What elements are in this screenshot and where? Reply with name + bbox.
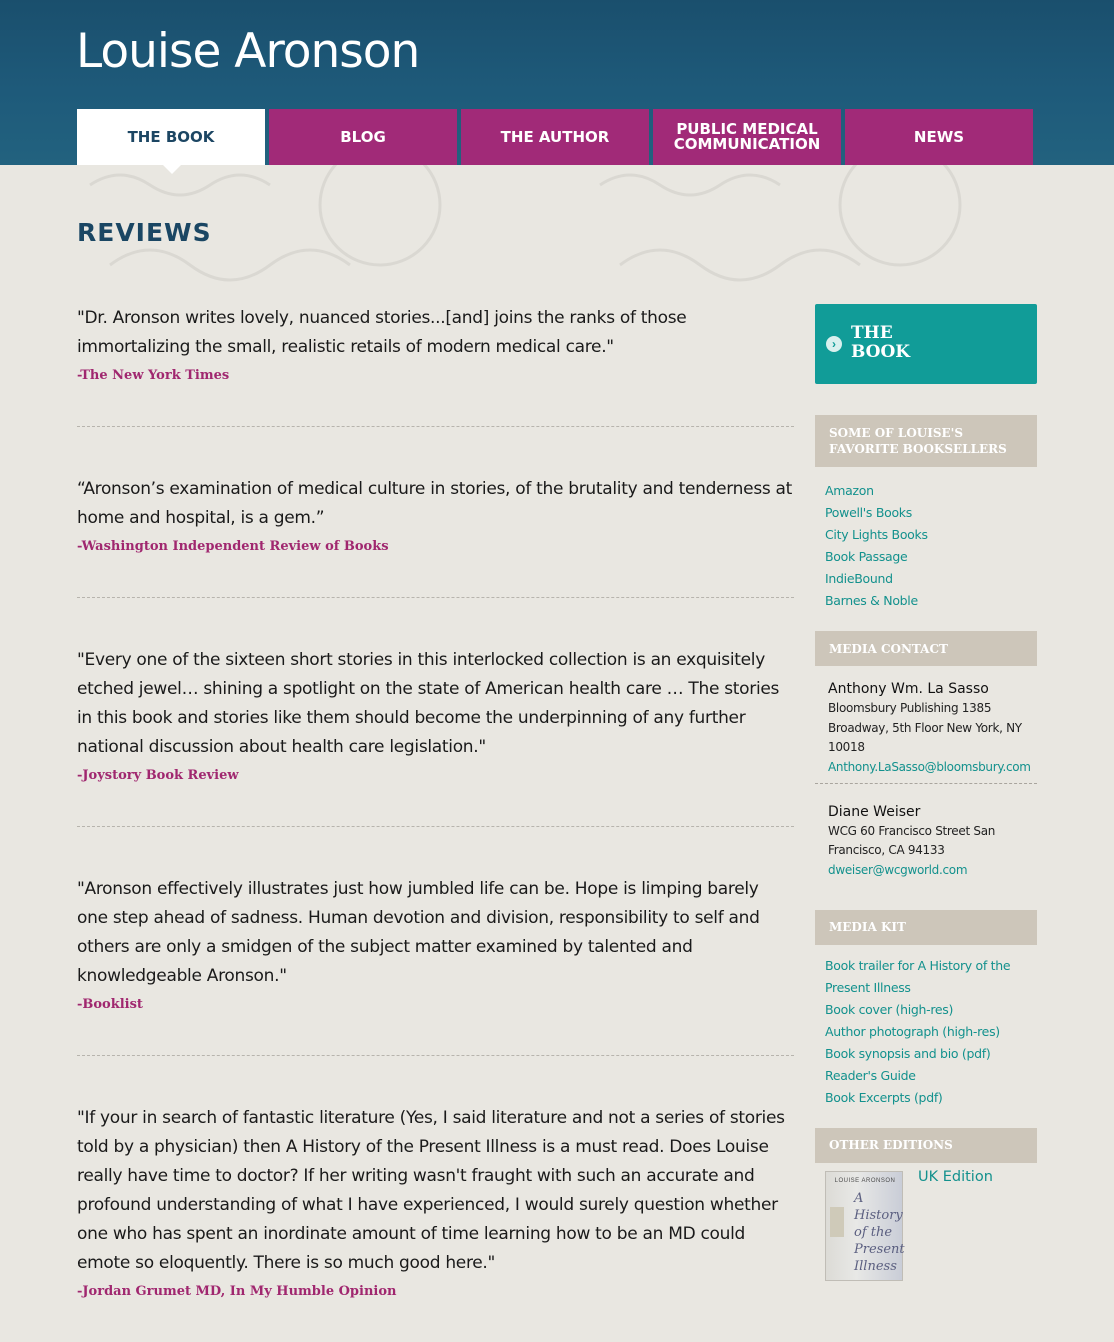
- review-item: "Every one of the sixteen short stories …: [77, 646, 794, 827]
- nav-public-medical-communication[interactable]: PUBLIC MEDICAL COMMUNICATION: [653, 109, 841, 165]
- booksellers-heading: SOME OF LOUISE'S FAVORITE BOOKSELLERS: [815, 415, 1037, 467]
- media-kit-link-book-trailer[interactable]: Book trailer for A History of the Presen…: [825, 955, 1037, 999]
- review-item: "Aronson effectively illustrates just ho…: [77, 875, 794, 1056]
- media-kit-list: Book trailer for A History of the Presen…: [815, 955, 1037, 1109]
- review-item: "If your in search of fantastic literatu…: [77, 1104, 794, 1342]
- booksellers-list: Amazon Powell's Books City Lights Books …: [815, 480, 1037, 612]
- media-contact-item: Diane Weiser WCG 60 Francisco Street San…: [815, 802, 1037, 880]
- bookseller-link-amazon[interactable]: Amazon: [825, 480, 1037, 502]
- sidebar: › THE BOOK SOME OF LOUISE'S FAVORITE BOO…: [815, 304, 1037, 1283]
- review-quote: "Dr. Aronson writes lovely, nuanced stor…: [77, 308, 687, 357]
- uk-edition-item: LOUISE ARONSON A History of the Present …: [815, 1163, 1037, 1283]
- media-kit-link-readers-guide[interactable]: Reader's Guide: [825, 1065, 1037, 1087]
- bookseller-link-barnes-noble[interactable]: Barnes & Noble: [825, 590, 1037, 612]
- contact-email[interactable]: Anthony.LaSasso@bloomsbury.com: [828, 758, 1037, 777]
- media-contact-item: Anthony Wm. La Sasso Bloomsbury Publishi…: [815, 679, 1037, 777]
- review-source: -Joystory Book Review: [77, 768, 239, 783]
- chevron-right-icon: ›: [826, 336, 842, 352]
- review-source: -The New York Times: [77, 368, 230, 383]
- media-kit-heading: MEDIA KIT: [815, 909, 1037, 945]
- contact-address: Bloomsbury Publishing 1385 Broadway, 5th…: [828, 701, 1022, 754]
- background-postmark-decoration: [89, 165, 962, 282]
- uk-edition-cover-image[interactable]: LOUISE ARONSON A History of the Present …: [825, 1170, 905, 1281]
- main-nav: THE BOOK BLOG THE AUTHOR PUBLIC MEDICAL …: [77, 109, 1033, 174]
- site-header: Louise Aronson THE BOOK BLOG THE AUTHOR …: [0, 0, 1114, 174]
- media-kit-link-synopsis[interactable]: Book synopsis and bio (pdf): [825, 1043, 1037, 1065]
- contact-address: WCG 60 Francisco Street San Francisco, C…: [828, 823, 996, 858]
- review-quote: “Aronson’s examination of medical cultur…: [77, 479, 793, 528]
- nav-the-book[interactable]: THE BOOK: [77, 109, 265, 174]
- contact-email[interactable]: dweiser@wcgworld.com: [828, 861, 1037, 880]
- review-source: -Jordan Grumet MD, In My Humble Opinion: [77, 1284, 397, 1299]
- review-item: “Aronson’s examination of medical cultur…: [77, 475, 794, 598]
- bookseller-link-powells[interactable]: Powell's Books: [825, 502, 1037, 524]
- contact-name: Diane Weiser: [828, 803, 921, 820]
- media-kit-link-excerpts[interactable]: Book Excerpts (pdf): [825, 1087, 1037, 1109]
- nav-blog[interactable]: BLOG: [269, 109, 457, 165]
- review-quote: "Aronson effectively illustrates just ho…: [77, 879, 760, 986]
- the-book-button-label: THE BOOK: [851, 323, 911, 362]
- bookseller-link-city-lights[interactable]: City Lights Books: [825, 524, 1037, 546]
- reviews-list: "Dr. Aronson writes lovely, nuanced stor…: [77, 304, 794, 1342]
- review-source: -Booklist: [77, 997, 143, 1012]
- other-editions-heading: OTHER EDITIONS: [815, 1127, 1037, 1163]
- review-item: "Dr. Aronson writes lovely, nuanced stor…: [77, 304, 794, 427]
- page-title: REVIEWS: [77, 218, 212, 247]
- bookseller-link-indiebound[interactable]: IndieBound: [825, 568, 1037, 590]
- review-quote: "If your in search of fantastic literatu…: [77, 1108, 785, 1273]
- nav-the-author[interactable]: THE AUTHOR: [461, 109, 649, 165]
- cover-figure-graphic: [830, 1206, 844, 1237]
- divider: [815, 782, 1037, 784]
- contact-name: Anthony Wm. La Sasso: [828, 681, 989, 697]
- review-source: -Washington Independent Review of Books: [77, 539, 389, 554]
- review-quote: "Every one of the sixteen short stories …: [77, 650, 780, 757]
- media-contact-heading: MEDIA CONTACT: [815, 631, 1037, 666]
- media-kit-link-book-cover[interactable]: Book cover (high-res): [825, 999, 1037, 1021]
- uk-edition-link[interactable]: UK Edition: [918, 1169, 993, 1185]
- the-book-button[interactable]: › THE BOOK: [815, 304, 1037, 384]
- nav-news[interactable]: NEWS: [845, 109, 1033, 165]
- site-title[interactable]: Louise Aronson: [76, 24, 420, 79]
- cover-author: LOUISE ARONSON: [834, 1177, 896, 1184]
- cover-title: A History of the Present Illness: [854, 1190, 905, 1274]
- bookseller-link-book-passage[interactable]: Book Passage: [825, 546, 1037, 568]
- media-kit-link-author-photo[interactable]: Author photograph (high-res): [825, 1021, 1037, 1043]
